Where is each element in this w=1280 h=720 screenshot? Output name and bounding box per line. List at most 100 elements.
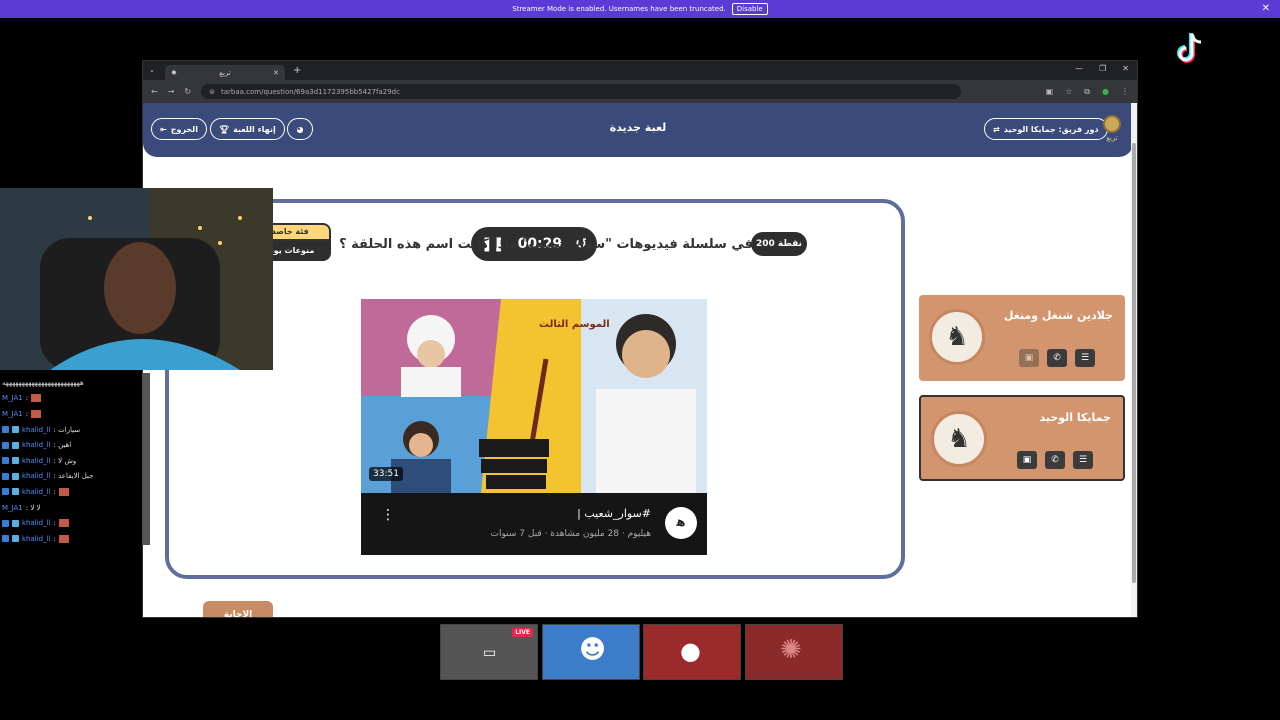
chat-text: : وش لا [53, 456, 77, 465]
chat-badge-icon [2, 519, 9, 527]
chat-message: khalid_ll: جبل الايفاعد [2, 469, 148, 485]
list-icon[interactable]: ☰ [1075, 349, 1095, 367]
disable-streamer-mode-button[interactable]: Disable [731, 3, 768, 15]
chat-text: ههههههههههههههههههههههههه [2, 378, 84, 387]
team-help-icon[interactable]: ▣ [1017, 451, 1037, 469]
chat-username: khalid_ll [22, 441, 51, 450]
cast-icon[interactable]: ▣ [1046, 87, 1054, 97]
chat-text: : اهين [53, 441, 72, 450]
video-channel-info: هيليوم · 28 مليون مشاهدة · قبل 7 سنوات [490, 529, 651, 539]
chat-badge-icon [2, 472, 9, 480]
chat-badge-icon [12, 472, 19, 480]
chat-message: khalid_ll: [2, 515, 148, 531]
participant-tile-screen[interactable]: LIVE ▭ [440, 624, 538, 680]
tab-favicon-icon: ✹ [171, 68, 177, 77]
question-text: في سلسلة فيديوهات "سوار شعيب" ماذا كانت … [339, 237, 753, 252]
profile-icon[interactable]: ● [1102, 87, 1109, 97]
chat-scrollbar[interactable] [142, 373, 150, 545]
back-icon[interactable]: ← [151, 87, 158, 96]
chat-username: khalid_ll [22, 456, 51, 465]
url-field[interactable]: ⊜ tarbaa.com/question/69a3d1172395bb5427… [201, 84, 962, 99]
team-help-icon[interactable]: ▣ [1019, 349, 1039, 367]
phone-icon[interactable]: ✆ [1047, 349, 1067, 367]
participant-tile-3[interactable]: ● [643, 624, 741, 680]
url-text: tarbaa.com/question/69a3d1172395bb5427fa… [220, 87, 400, 96]
chat-message: M_JA1: [2, 406, 148, 422]
maximize-icon[interactable]: ❐ [1099, 64, 1106, 73]
chat-badge-icon [2, 457, 9, 465]
chat-message: khalid_ll: [2, 531, 148, 547]
team-turn-button[interactable]: ⇄ دور فريق: جمايكا الوحيد [984, 118, 1108, 140]
tab-bar: ⌄ ✹ تربع ✕ + — ❐ ✕ [143, 61, 1137, 80]
answer-button[interactable]: الإجابة [203, 601, 273, 617]
minimize-icon[interactable]: — [1075, 64, 1083, 73]
chat-badge-icon [2, 426, 9, 434]
video-thumbnail[interactable] [361, 299, 707, 493]
chat-message: M_JA1: [2, 391, 148, 407]
site-info-icon[interactable]: ⊜ [209, 88, 215, 96]
chat-username: M_JA1 [2, 503, 23, 512]
chat-message: khalid_ll: سيارات [2, 422, 148, 438]
bookmark-star-icon[interactable]: ☆ [1065, 87, 1072, 97]
page-scrollbar[interactable] [1131, 103, 1137, 617]
chat-badge-icon [12, 441, 19, 449]
team-card-1: جلادين شنغل ومنغل ♞ ▣ ✆ ☰ [919, 295, 1125, 381]
streamer-mode-banner: Streamer Mode is enabled. Usernames have… [0, 0, 1280, 18]
logo-text: تربع [1106, 134, 1118, 142]
participant-tile-2[interactable]: ☻ [542, 624, 640, 680]
video-duration: 33:51 [369, 467, 403, 481]
reload-icon[interactable]: ↻ [184, 87, 191, 96]
chat-badge-icon [2, 535, 9, 543]
chat-username: khalid_ll [22, 519, 51, 528]
horse-avatar-icon: ♞ [931, 411, 987, 467]
participant-avatar-icon: ● [680, 637, 701, 665]
webcam-feed [0, 188, 273, 370]
menu-icon[interactable]: ⋮ [1121, 87, 1129, 97]
chat-badge-icon [12, 426, 19, 434]
game-page: ⇤ الخروج 🏆︎ إنهاء اللعبة ◕ لعبة جديدة ⇄ … [143, 103, 1133, 617]
chat-message: khalid_ll: وش لا [2, 453, 148, 469]
chat-message: khalid_ll: [2, 484, 148, 500]
close-window-icon[interactable]: ✕ [1122, 64, 1129, 73]
logo-emblem-icon [1103, 115, 1121, 133]
chat-text: : [53, 519, 56, 528]
tiktok-logo-icon [1177, 33, 1202, 63]
participant-tile-4[interactable]: ✺ [745, 624, 843, 680]
shuffle-icon: ⇄ [993, 124, 1000, 134]
chat-emote-icon [31, 409, 42, 418]
video-title[interactable]: #سوار_شعيب | [577, 507, 651, 520]
chat-text: : سيارات [53, 425, 81, 434]
season-label: الموسم الثالث [539, 319, 610, 330]
tab-list-icon[interactable]: ⌄ [149, 66, 155, 74]
participant-avatar-icon: ✺ [780, 635, 802, 665]
chat-text: : [53, 534, 56, 543]
team-turn-label: دور فريق: جمايكا الوحيد [1003, 124, 1099, 134]
phone-icon[interactable]: ✆ [1045, 451, 1065, 469]
tab-close-icon[interactable]: ✕ [273, 69, 279, 77]
chat-overlay: ههههههههههههههههههههههههه M_JA1: M_JA1: kha… [0, 373, 150, 545]
video-more-icon[interactable]: ⋮ [381, 507, 395, 523]
channel-logo[interactable]: ﻫ [665, 507, 697, 539]
youtube-video-embed[interactable]: الموسم الثالث 33:51 ⋮ #سوار_شعيب | هيليو… [361, 299, 707, 555]
forward-icon[interactable]: → [168, 87, 175, 96]
list-icon[interactable]: ☰ [1073, 451, 1093, 469]
chat-message: ههههههههههههههههههههههههه [2, 375, 148, 391]
chat-emote-icon [58, 534, 69, 543]
live-badge: LIVE [512, 628, 533, 637]
extensions-icon[interactable]: ⧉ [1084, 87, 1090, 97]
close-banner-icon[interactable]: ✕ [1262, 3, 1270, 14]
new-tab-icon[interactable]: + [293, 65, 301, 76]
chat-emote-icon [58, 519, 69, 528]
chat-username: khalid_ll [22, 534, 51, 543]
video-info-bar: ⋮ #سوار_شعيب | هيليوم · 28 مليون مشاهدة … [361, 493, 707, 555]
team-name: جمايكا الوحيد [1039, 411, 1112, 424]
chat-text: : [25, 394, 29, 403]
chat-text: : لا لا [25, 503, 41, 512]
team-name: جلادين شنغل ومنغل [1003, 309, 1113, 322]
chat-username: M_JA1 [2, 394, 23, 403]
browser-tab[interactable]: ✹ تربع ✕ [165, 65, 285, 80]
tab-title: تربع [219, 68, 231, 77]
chat-username: khalid_ll [22, 472, 51, 481]
site-logo: تربع [1101, 115, 1123, 145]
game-header: ⇤ الخروج 🏆︎ إنهاء اللعبة ◕ لعبة جديدة ⇄ … [143, 103, 1133, 157]
